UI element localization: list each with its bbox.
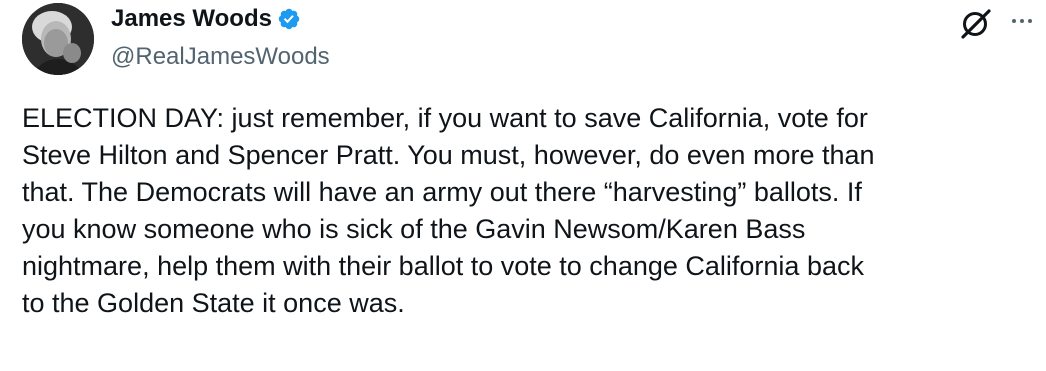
tweet-text-line: that. The Democrats will have an army ou… [22, 177, 862, 207]
more-options-dot [1020, 19, 1024, 23]
tweet-text: ELECTION DAY: just remember, if you want… [22, 100, 1032, 322]
tweet-text-line: you know someone who is sick of the Gavi… [22, 214, 806, 244]
grok-button[interactable] [955, 4, 997, 44]
verified-badge-icon [277, 7, 301, 31]
avatar[interactable] [22, 3, 94, 75]
tweet-text-line: Steve Hilton and Spencer Pratt. You must… [22, 140, 875, 170]
tweet: James Woods @RealJamesWoods ELECTION DAY… [0, 0, 1046, 371]
more-options-dot [1028, 19, 1032, 23]
author-name-row: James Woods [111, 2, 301, 36]
more-options-icon [1012, 19, 1016, 23]
grok-icon [961, 9, 991, 39]
author-handle[interactable]: @RealJamesWoods [111, 40, 330, 74]
profile-photo-icon [22, 3, 94, 75]
more-options-button[interactable] [1005, 4, 1039, 38]
tweet-text-line: to the Golden State it once was. [22, 288, 405, 318]
author-display-name[interactable]: James Woods [111, 2, 272, 36]
tweet-text-line: ELECTION DAY: just remember, if you want… [22, 103, 868, 133]
tweet-text-line: nightmare, help them with their ballot t… [22, 251, 864, 281]
